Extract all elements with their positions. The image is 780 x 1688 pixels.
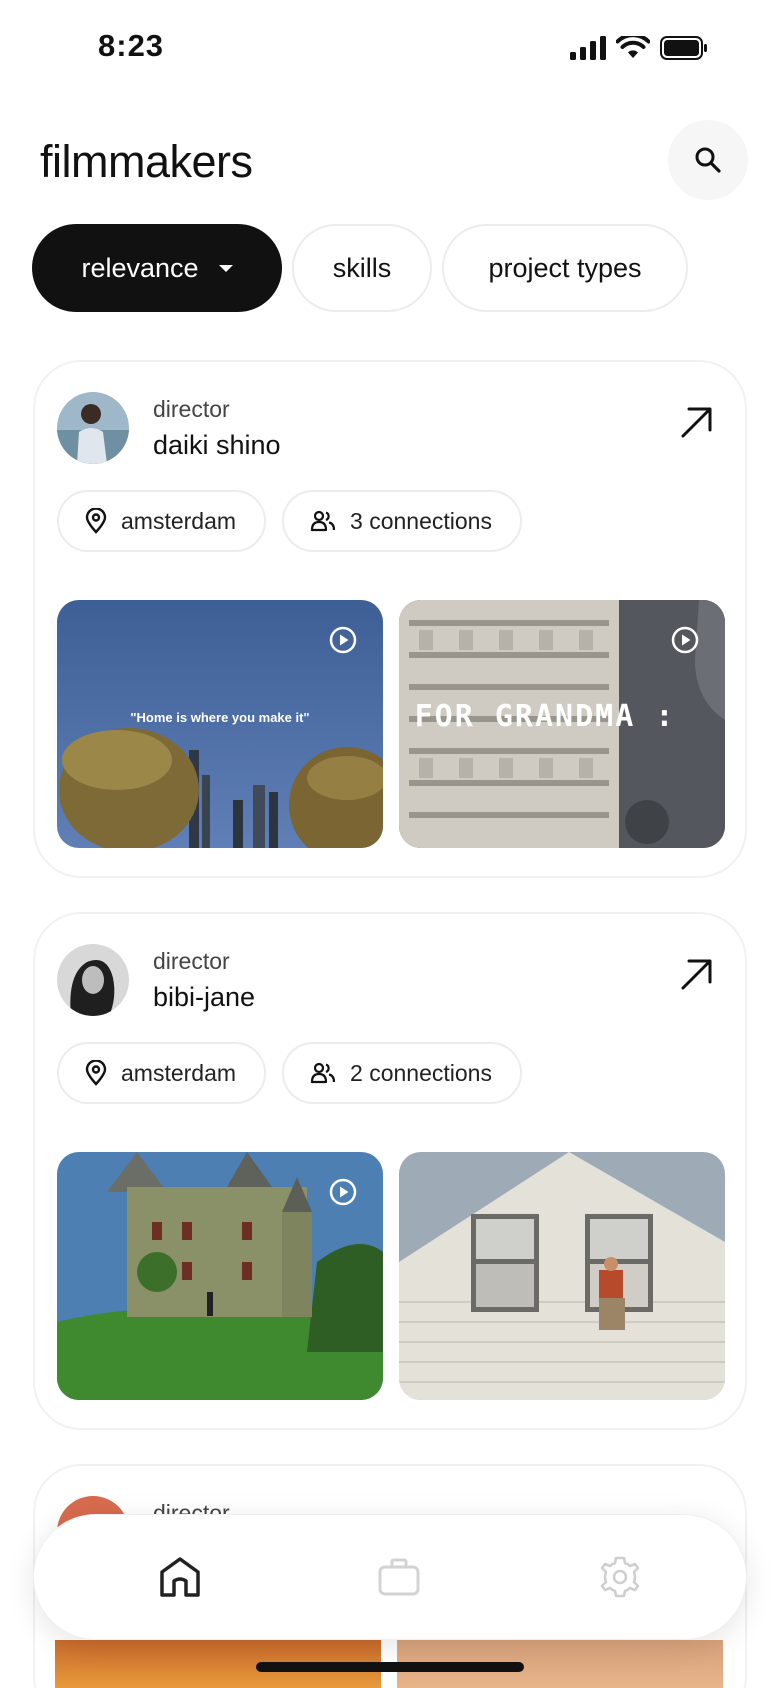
- connections-label: 2 connections: [350, 1059, 492, 1086]
- people-icon: [310, 510, 336, 532]
- relevance-label: relevance: [81, 252, 199, 283]
- header: filmmakers: [40, 118, 748, 208]
- meta-chips: amsterdam 2 connections: [57, 1042, 522, 1104]
- caret-down-icon: [218, 264, 233, 272]
- search-button[interactable]: [668, 120, 748, 200]
- meta-chips: amsterdam 3 connections: [57, 490, 522, 552]
- status-icons: [570, 36, 708, 60]
- location-chip: amsterdam: [57, 490, 267, 552]
- avatar: [57, 392, 129, 464]
- bottom-tab-bar: [33, 1514, 747, 1640]
- project-thumbnail[interactable]: "Home is where you make it": [57, 600, 383, 848]
- status-time: 8:23: [98, 28, 165, 63]
- role-label: director: [153, 396, 230, 422]
- tab-home[interactable]: [148, 1545, 212, 1609]
- home-icon: [160, 1557, 200, 1597]
- location-label: amsterdam: [121, 507, 237, 534]
- tab-projects[interactable]: [367, 1545, 431, 1609]
- location-pin-icon: [85, 508, 107, 534]
- filmmaker-card[interactable]: director daiki shino amsterdam 3 connect…: [33, 360, 747, 878]
- filter-bar: relevance skills project types: [32, 224, 688, 312]
- skills-label: skills: [332, 252, 392, 283]
- connections-label: 3 connections: [350, 507, 492, 534]
- project-thumbnail[interactable]: FOR GRANDMA :: [399, 600, 725, 848]
- signal-icon: [570, 36, 606, 60]
- thumbnail-caption: FOR GRANDMA :: [415, 699, 676, 734]
- wifi-icon: [616, 36, 650, 58]
- play-icon: [329, 626, 357, 654]
- project-types-filter-chip[interactable]: project types: [442, 224, 688, 312]
- gear-icon: [600, 1556, 640, 1598]
- project-types-label: project types: [488, 252, 642, 283]
- search-icon: [695, 147, 721, 173]
- arrow-up-right-icon[interactable]: [677, 402, 717, 442]
- project-thumbnails: [57, 1152, 725, 1400]
- status-bar: 8:23: [0, 0, 780, 100]
- filmmaker-name: bibi-jane: [153, 982, 256, 1012]
- home-indicator: [256, 1662, 524, 1672]
- people-icon: [310, 1062, 336, 1084]
- location-pin-icon: [85, 1060, 107, 1086]
- filmmaker-card[interactable]: director bibi-jane amsterdam 2 connectio…: [33, 912, 747, 1430]
- role-label: director: [153, 948, 230, 974]
- location-label: amsterdam: [121, 1059, 237, 1086]
- connections-chip[interactable]: 2 connections: [282, 1042, 522, 1104]
- connections-chip[interactable]: 3 connections: [282, 490, 522, 552]
- thumbnail-caption: "Home is where you make it": [130, 710, 309, 725]
- play-icon: [329, 1178, 357, 1206]
- relevance-sort-dropdown[interactable]: relevance: [32, 224, 282, 312]
- project-thumbnails: "Home is where you make it" FOR GRANDMA …: [57, 600, 725, 848]
- page-title: filmmakers: [40, 136, 253, 187]
- arrow-up-right-icon[interactable]: [677, 954, 717, 994]
- battery-icon: [660, 36, 707, 60]
- skills-filter-chip[interactable]: skills: [292, 224, 432, 312]
- play-icon: [671, 626, 699, 654]
- project-thumbnail[interactable]: [57, 1152, 383, 1400]
- location-chip: amsterdam: [57, 1042, 267, 1104]
- avatar: [57, 944, 129, 1016]
- tab-settings[interactable]: [588, 1545, 652, 1609]
- project-thumbnail[interactable]: [399, 1152, 725, 1400]
- filmmaker-name: daiki shino: [153, 430, 281, 460]
- briefcase-icon: [378, 1558, 420, 1596]
